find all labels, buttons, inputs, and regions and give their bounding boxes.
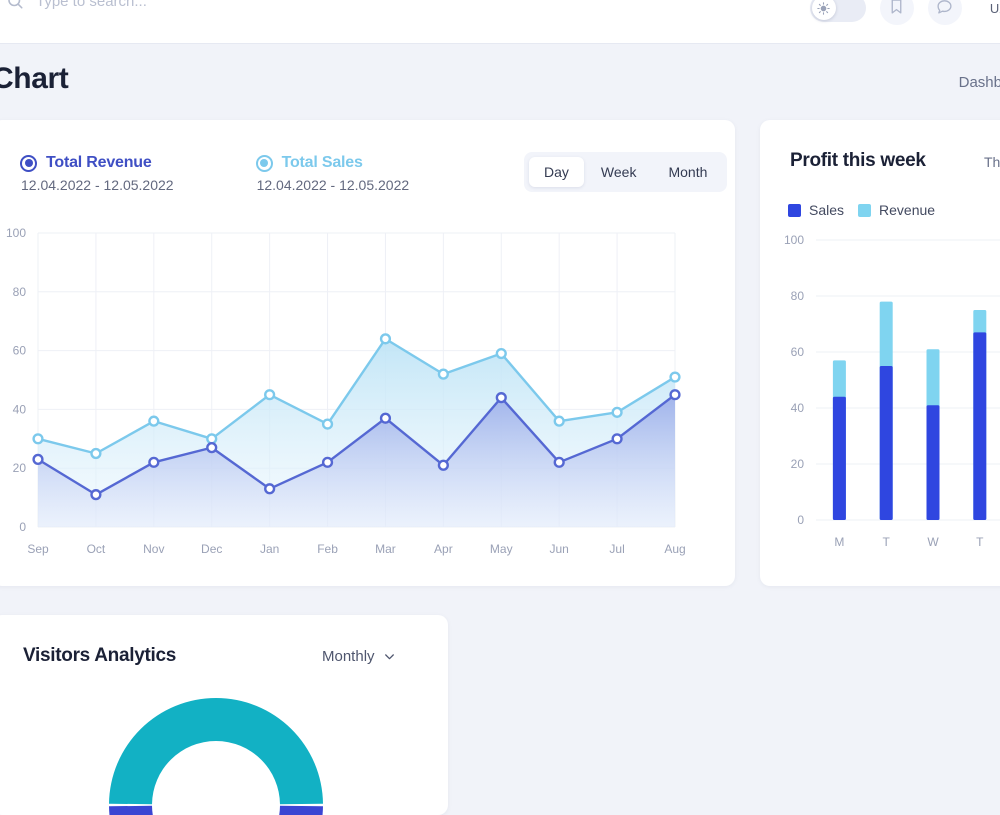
svg-text:Jun: Jun xyxy=(550,542,569,556)
global-search[interactable] xyxy=(6,0,336,10)
radio-indicator-sales[interactable] xyxy=(255,154,273,172)
area-line-chart[interactable]: 0 20 40 60 80 100 Sep Oct Nov Dec Jan Feb Mar Apr May J… xyxy=(0,225,735,565)
legend-date-sales: 12.04.2022 - 12.05.2022 xyxy=(256,177,410,193)
svg-text:60: 60 xyxy=(791,345,805,359)
stacked-bar-chart[interactable]: 020406080100MTWTF xyxy=(760,230,1000,560)
search-input[interactable] xyxy=(36,0,336,10)
bar-legend-item-sales[interactable]: Sales xyxy=(788,202,844,218)
page-title: Chart xyxy=(0,62,69,95)
range-option-week[interactable]: Week xyxy=(586,157,652,187)
bar-legend-item-revenue[interactable]: Revenue xyxy=(858,202,935,218)
search-icon xyxy=(6,0,24,10)
range-segmented-control: Day Week Month xyxy=(524,152,728,192)
bar-legend-label-revenue: Revenue xyxy=(879,202,936,218)
svg-text:100: 100 xyxy=(784,233,804,247)
user-name-label: UX Design xyxy=(989,0,1000,16)
chat-icon xyxy=(936,0,953,18)
svg-text:T: T xyxy=(976,535,984,549)
bookmark-icon xyxy=(888,0,905,18)
theme-toggle-switch[interactable] xyxy=(809,0,866,22)
svg-text:Oct: Oct xyxy=(87,542,106,556)
range-option-month[interactable]: Month xyxy=(653,157,722,187)
svg-text:Jan: Jan xyxy=(260,542,279,556)
legend-item-total-revenue[interactable]: Total Revenue 12.04.2022 - 12.05.2022 xyxy=(20,154,174,193)
svg-text:Sep: Sep xyxy=(27,542,49,556)
bar-card-period[interactable]: This Week xyxy=(984,154,1000,170)
svg-text:Aug: Aug xyxy=(664,542,685,556)
svg-text:Mar: Mar xyxy=(375,542,396,556)
svg-text:100: 100 xyxy=(6,226,26,240)
svg-text:T: T xyxy=(883,535,891,549)
donut-period-label: Monthly xyxy=(322,648,375,665)
svg-text:Feb: Feb xyxy=(317,542,338,556)
revenue-sales-chart-card: Total Revenue 12.04.2022 - 12.05.2022 To… xyxy=(0,120,735,586)
profit-this-week-card: Profit this week This Week Sales Revenue… xyxy=(760,120,1000,586)
svg-text:Dec: Dec xyxy=(201,542,222,556)
svg-text:60: 60 xyxy=(13,344,27,358)
visitors-donut-chart[interactable] xyxy=(0,683,448,815)
bar-chart-legend: Sales Revenue xyxy=(788,202,935,218)
bar-card-title: Profit this week xyxy=(790,150,926,171)
donut-card-title: Visitors Analytics xyxy=(23,645,177,666)
revenue-color-swatch xyxy=(858,203,872,217)
top-header-bar: UX Design xyxy=(0,0,1000,44)
svg-text:80: 80 xyxy=(13,285,27,299)
legend-label-sales: Total Sales xyxy=(281,154,363,171)
svg-text:Jul: Jul xyxy=(609,542,624,556)
legend-item-total-sales[interactable]: Total Sales 12.04.2022 - 12.05.2022 xyxy=(255,154,410,193)
svg-text:0: 0 xyxy=(797,513,804,527)
svg-text:40: 40 xyxy=(13,402,27,416)
messages-button[interactable] xyxy=(927,0,962,25)
legend-date-revenue: 12.04.2022 - 12.05.2022 xyxy=(21,177,174,193)
breadcrumb[interactable]: Dashboard xyxy=(959,74,1000,91)
bookmark-button[interactable] xyxy=(879,0,914,25)
svg-text:Nov: Nov xyxy=(143,542,164,556)
svg-text:20: 20 xyxy=(13,461,27,475)
bar-legend-label-sales: Sales xyxy=(809,202,845,218)
svg-text:Apr: Apr xyxy=(434,542,453,556)
header-actions: UX Design xyxy=(809,0,1000,25)
svg-text:0: 0 xyxy=(19,520,26,534)
chart-legend: Total Revenue 12.04.2022 - 12.05.2022 To… xyxy=(20,154,409,193)
svg-text:20: 20 xyxy=(791,457,805,471)
legend-label-revenue: Total Revenue xyxy=(46,154,152,171)
visitors-analytics-card: Visitors Analytics Monthly xyxy=(0,615,448,815)
page-header: Chart Dashboard xyxy=(0,44,1000,120)
svg-text:40: 40 xyxy=(791,401,805,415)
radio-indicator-revenue[interactable] xyxy=(20,154,37,172)
svg-text:W: W xyxy=(927,535,939,549)
svg-text:May: May xyxy=(490,542,513,556)
range-option-day[interactable]: Day xyxy=(529,157,584,187)
chevron-down-icon xyxy=(383,650,396,663)
svg-text:M: M xyxy=(834,535,844,549)
svg-text:80: 80 xyxy=(791,289,805,303)
sales-color-swatch xyxy=(788,203,801,217)
sun-icon xyxy=(811,0,836,20)
donut-period-select[interactable]: Monthly xyxy=(322,648,396,665)
